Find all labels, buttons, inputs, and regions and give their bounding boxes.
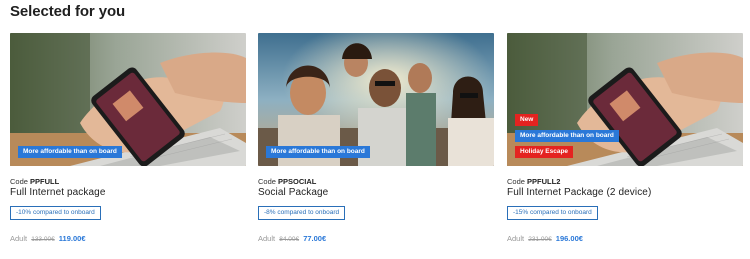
new-price: 196.00€ — [555, 234, 583, 243]
discount-tag: -15% compared to onboard — [507, 206, 598, 220]
old-price: 231.00€ — [528, 236, 552, 243]
product-card-ppfull[interactable]: More affordable than on board Code PPFUL… — [10, 33, 246, 255]
price-label: Adult — [10, 234, 28, 243]
code-label: Code — [10, 177, 28, 186]
price-label: Adult — [258, 234, 276, 243]
badge: More affordable than on board — [18, 146, 122, 158]
product-image[interactable]: More affordable than on board — [258, 33, 494, 166]
badge-list: New More affordable than on board Holida… — [515, 114, 619, 158]
product-code: Code PPSOCIAL — [258, 177, 316, 186]
old-price: 84.00€ — [279, 236, 300, 243]
badge-list: More affordable than on board — [18, 146, 122, 158]
badge-holiday-escape: Holiday Escape — [515, 146, 574, 158]
badge: More affordable than on board — [515, 130, 619, 142]
price-line: Adult 84.00€ 77.00€ — [258, 234, 326, 243]
code-label: Code — [507, 177, 525, 186]
price-line: Adult 133.00€ 119.00€ — [10, 234, 86, 243]
discount-tag: -10% compared to onboard — [10, 206, 101, 220]
badge: More affordable than on board — [266, 146, 370, 158]
product-image[interactable]: New More affordable than on board Holida… — [507, 33, 743, 166]
product-name[interactable]: Full Internet Package (2 device) — [507, 187, 651, 198]
product-image[interactable]: More affordable than on board — [10, 33, 246, 166]
product-code: Code PPFULL2 — [507, 177, 560, 186]
code-value: PPFULL — [30, 177, 60, 186]
code-value: PPSOCIAL — [278, 177, 317, 186]
new-price: 77.00€ — [303, 234, 327, 243]
product-name[interactable]: Full Internet package — [10, 187, 106, 198]
badge-new: New — [515, 114, 539, 126]
code-value: PPFULL2 — [527, 177, 561, 186]
price-label: Adult — [507, 234, 525, 243]
new-price: 119.00€ — [58, 234, 86, 243]
product-code: Code PPFULL — [10, 177, 59, 186]
discount-tag: -8% compared to onboard — [258, 206, 346, 220]
section-title: Selected for you — [10, 3, 126, 20]
old-price: 133.00€ — [31, 236, 55, 243]
badge-list: More affordable than on board — [266, 146, 370, 158]
code-label: Code — [258, 177, 276, 186]
product-name[interactable]: Social Package — [258, 187, 328, 198]
product-card-ppfull2[interactable]: New More affordable than on board Holida… — [507, 33, 743, 255]
price-line: Adult 231.00€ 196.00€ — [507, 234, 583, 243]
product-card-ppsocial[interactable]: More affordable than on board Code PPSOC… — [258, 33, 494, 255]
